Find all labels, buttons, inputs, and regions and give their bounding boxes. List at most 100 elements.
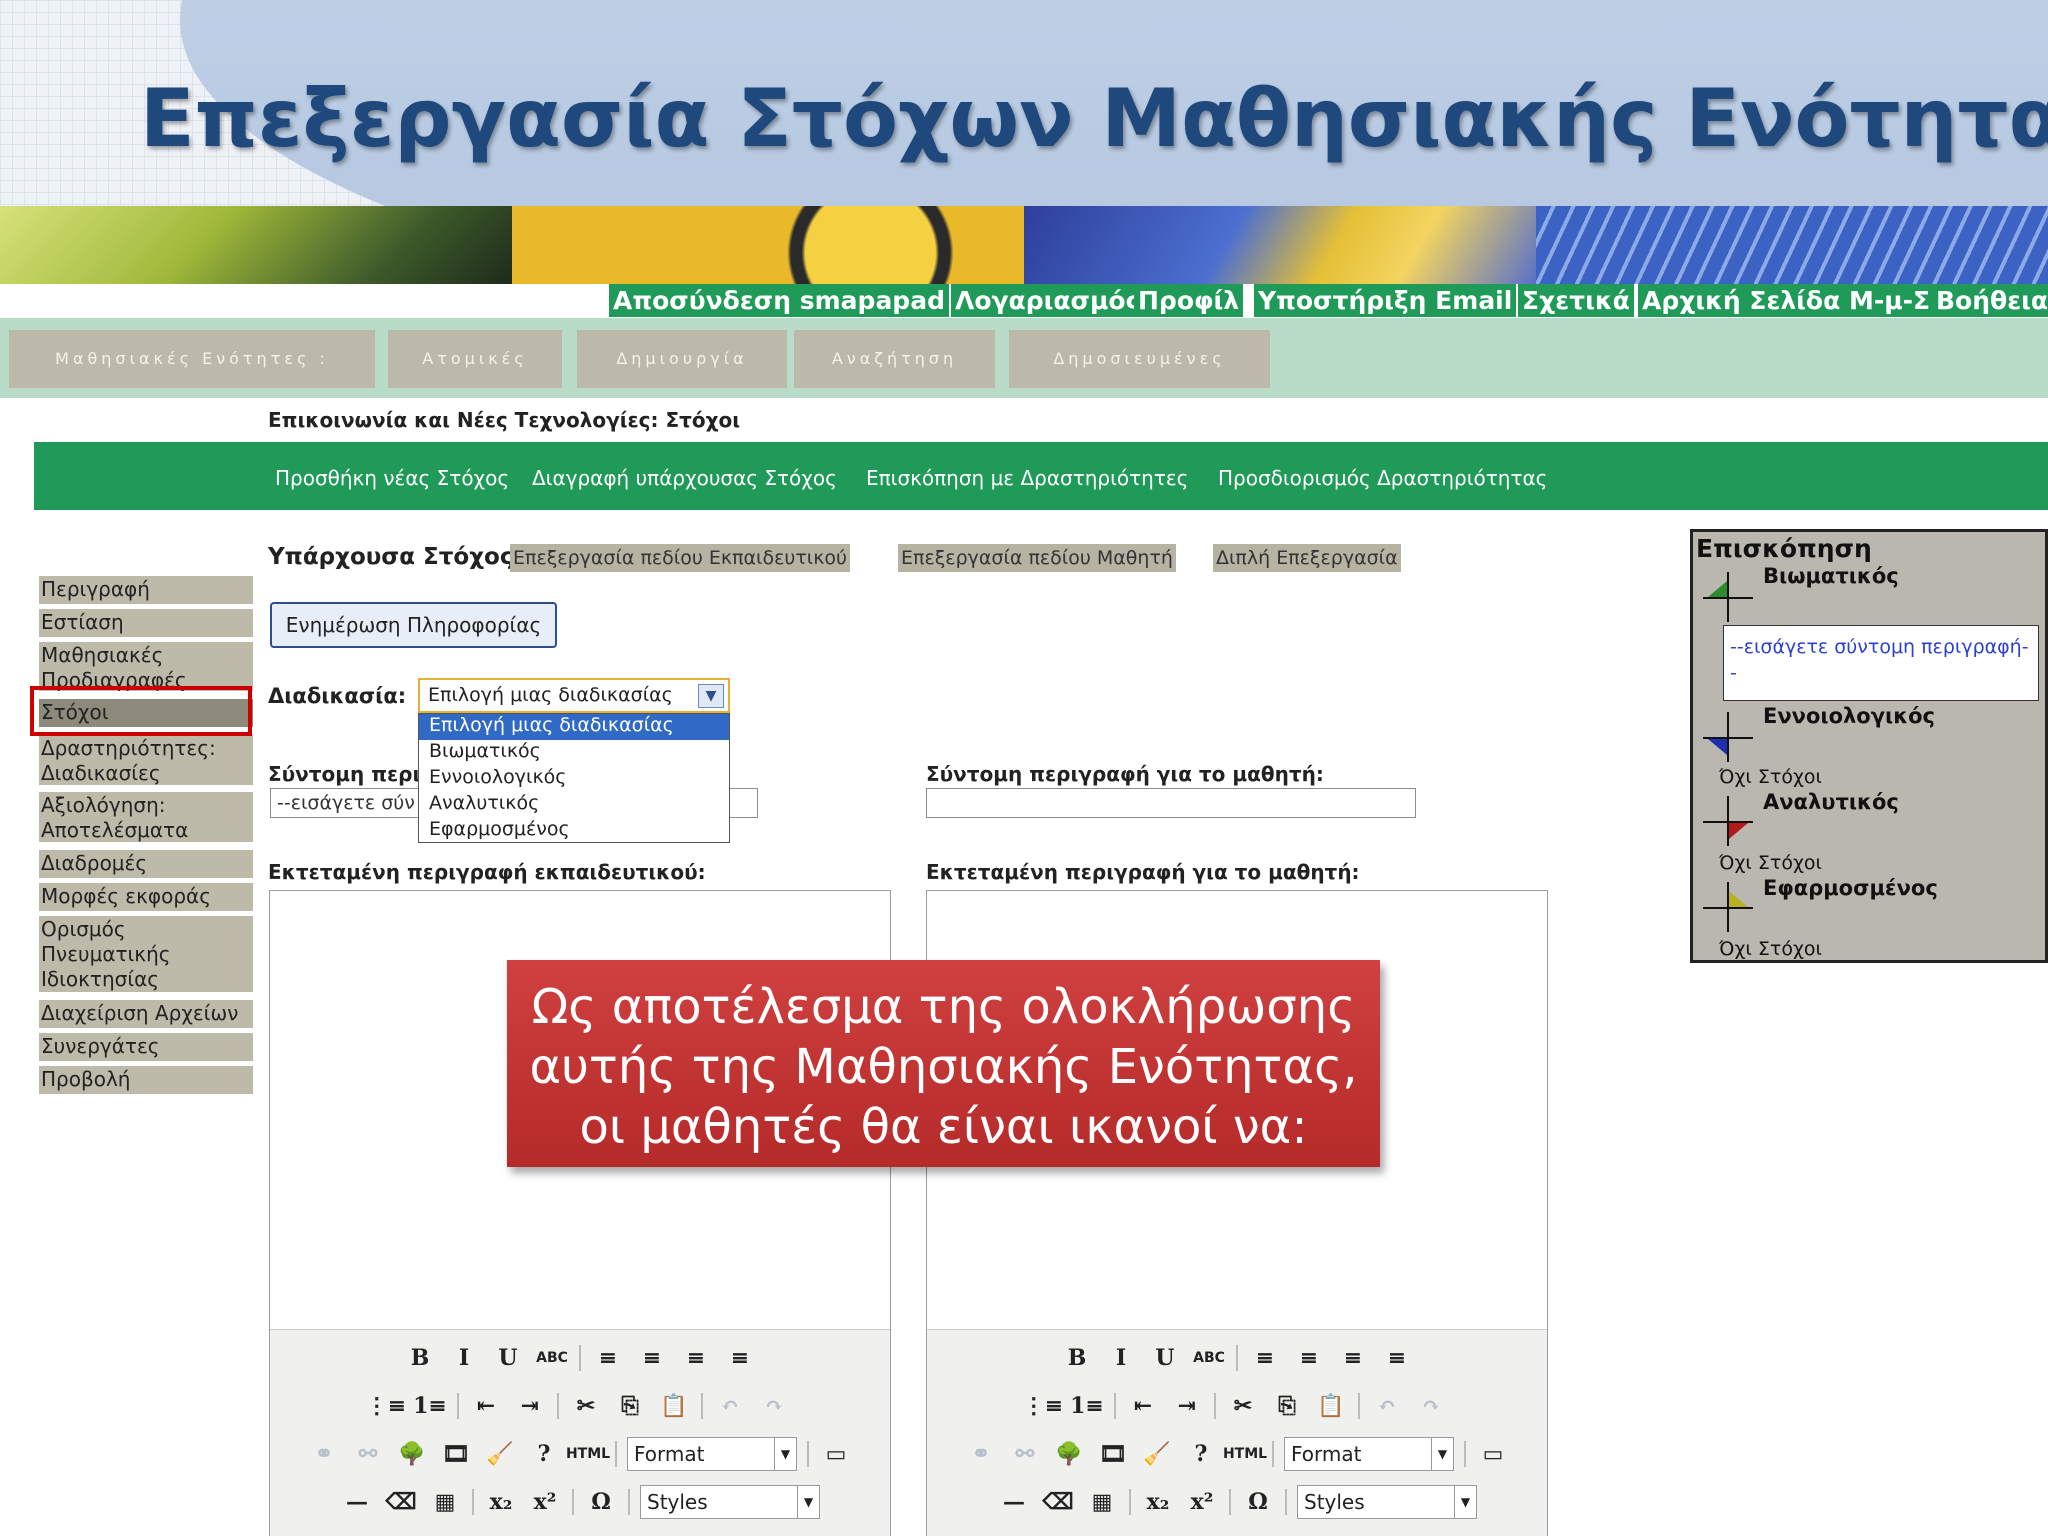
- indent-icon[interactable]: ⇥: [1170, 1390, 1204, 1422]
- sidebar-item-copyright[interactable]: Ορισμός Πνευματικής Ιδιοκτησίας: [39, 916, 253, 992]
- subscript-icon[interactable]: x₂: [1141, 1486, 1175, 1518]
- fullscreen-icon[interactable]: ▭: [819, 1438, 853, 1470]
- paste-icon[interactable]: 📋: [657, 1390, 691, 1422]
- subscript-icon[interactable]: x₂: [484, 1486, 518, 1518]
- tab-create[interactable]: Δημιουργία: [577, 330, 787, 388]
- horizontal-rule-icon[interactable]: —: [997, 1486, 1031, 1518]
- bullet-list-icon[interactable]: ⋮≡: [1023, 1390, 1063, 1422]
- sidebar-item-view[interactable]: Προβολή: [39, 1066, 253, 1094]
- sidebar-item-focus[interactable]: Εστίαση: [39, 609, 253, 637]
- copy-icon[interactable]: ⎘: [1270, 1390, 1304, 1422]
- logout-link[interactable]: Αποσύνδεση smapapad: [609, 284, 949, 317]
- dropdown-option-conceptual[interactable]: Εννοιολογικός: [419, 766, 729, 792]
- tab-search[interactable]: Αναζήτηση: [794, 330, 995, 388]
- sidebar-item-description[interactable]: Περιγραφή: [39, 576, 253, 604]
- help-icon[interactable]: ?: [527, 1438, 561, 1470]
- table-icon[interactable]: ▦: [428, 1486, 462, 1518]
- bullet-list-icon[interactable]: ⋮≡: [366, 1390, 406, 1422]
- cut-icon[interactable]: ✂: [569, 1390, 603, 1422]
- table-icon[interactable]: ▦: [1085, 1486, 1119, 1518]
- tab-learning-units[interactable]: Μαθησιακές Ενότητες :: [9, 330, 375, 388]
- align-right-icon[interactable]: ≡: [679, 1342, 713, 1374]
- help-icon[interactable]: ?: [1184, 1438, 1218, 1470]
- italic-icon[interactable]: I: [447, 1342, 481, 1374]
- tab-personal[interactable]: Ατομικές: [388, 330, 562, 388]
- sidebar-item-assessment[interactable]: Αξιολόγηση: Αποτελέσματα: [39, 792, 253, 842]
- tab-dual-edit[interactable]: Διπλή Επεξεργασία: [1213, 544, 1401, 572]
- bold-icon[interactable]: B: [403, 1342, 437, 1374]
- copy-icon[interactable]: ⎘: [613, 1390, 647, 1422]
- strikethrough-icon[interactable]: ABC: [1192, 1342, 1226, 1374]
- cleanup-icon[interactable]: 🧹: [1140, 1438, 1174, 1470]
- underline-icon[interactable]: U: [491, 1342, 525, 1374]
- outdent-icon[interactable]: ⇤: [469, 1390, 503, 1422]
- align-left-icon[interactable]: ≡: [591, 1342, 625, 1374]
- format-select[interactable]: Format ▼: [1284, 1437, 1454, 1471]
- short-student-input[interactable]: [926, 788, 1416, 818]
- paste-icon[interactable]: 📋: [1314, 1390, 1348, 1422]
- redo-icon[interactable]: ↷: [757, 1390, 791, 1422]
- dropdown-option-analytical[interactable]: Αναλυτικός: [419, 792, 729, 818]
- special-char-icon[interactable]: Ω: [584, 1486, 618, 1518]
- bold-icon[interactable]: B: [1060, 1342, 1094, 1374]
- html-icon[interactable]: HTML: [1223, 1438, 1267, 1470]
- align-center-icon[interactable]: ≡: [635, 1342, 669, 1374]
- overview-activities-link[interactable]: Επισκόπηση με Δραστηριότητες: [866, 466, 1188, 490]
- cut-icon[interactable]: ✂: [1226, 1390, 1260, 1422]
- dropdown-option-applied[interactable]: Εφαρμοσμένος: [419, 818, 729, 844]
- justify-icon[interactable]: ≡: [1380, 1342, 1414, 1374]
- superscript-icon[interactable]: x²: [1185, 1486, 1219, 1518]
- update-info-button[interactable]: Ενημέρωση Πληροφορίας: [270, 602, 557, 648]
- align-center-icon[interactable]: ≡: [1292, 1342, 1326, 1374]
- account-link[interactable]: Λογαριασμός: [951, 284, 1145, 317]
- fullscreen-icon[interactable]: ▭: [1476, 1438, 1510, 1470]
- delete-goal-link[interactable]: Διαγραφή υπάρχουσας Στόχος: [532, 466, 837, 490]
- horizontal-rule-icon[interactable]: —: [340, 1486, 374, 1518]
- indent-icon[interactable]: ⇥: [513, 1390, 547, 1422]
- special-char-icon[interactable]: Ω: [1241, 1486, 1275, 1518]
- superscript-icon[interactable]: x²: [528, 1486, 562, 1518]
- undo-icon[interactable]: ↶: [1370, 1390, 1404, 1422]
- unlink-icon[interactable]: ⚯: [351, 1438, 385, 1470]
- sidebar-item-specifications[interactable]: Μαθησιακές Προδιαγραφές: [39, 642, 253, 691]
- format-select[interactable]: Format ▼: [627, 1437, 797, 1471]
- link-icon[interactable]: ⚭: [964, 1438, 998, 1470]
- italic-icon[interactable]: I: [1104, 1342, 1138, 1374]
- unlink-icon[interactable]: ⚯: [1008, 1438, 1042, 1470]
- html-icon[interactable]: HTML: [566, 1438, 610, 1470]
- outdent-icon[interactable]: ⇤: [1126, 1390, 1160, 1422]
- media-icon[interactable]: 🎞: [1096, 1438, 1130, 1470]
- tab-edit-teacher[interactable]: Επεξεργασία πεδίου Εκπαιδευτικού: [510, 544, 851, 572]
- underline-icon[interactable]: U: [1148, 1342, 1182, 1374]
- styles-select[interactable]: Styles ▼: [1297, 1485, 1477, 1519]
- dropdown-option-choose[interactable]: Επιλογή μιας διαδικασίας: [419, 714, 729, 740]
- help-link[interactable]: Βοήθεια: [1932, 284, 2048, 317]
- cleanup-icon[interactable]: 🧹: [483, 1438, 517, 1470]
- define-activity-link[interactable]: Προσδιορισμός Δραστηριότητας: [1218, 466, 1547, 490]
- chevron-down-icon[interactable]: ▼: [698, 684, 724, 708]
- dropdown-option-experiential[interactable]: Βιωματικός: [419, 740, 729, 766]
- link-icon[interactable]: ⚭: [307, 1438, 341, 1470]
- strikethrough-icon[interactable]: ABC: [535, 1342, 569, 1374]
- styles-select[interactable]: Styles ▼: [640, 1485, 820, 1519]
- home-link[interactable]: Αρχική Σελίδα Μ-μ-Σ: [1638, 284, 1935, 317]
- process-select[interactable]: Επιλογή μιας διαδικασίας ▼: [418, 678, 730, 713]
- media-icon[interactable]: 🎞: [439, 1438, 473, 1470]
- overview-description[interactable]: --εισάγετε σύντομη περιγραφή--: [1723, 625, 2039, 701]
- align-left-icon[interactable]: ≡: [1248, 1342, 1282, 1374]
- tab-published[interactable]: Δημοσιευμένες: [1009, 330, 1270, 388]
- add-goal-link[interactable]: Προσθήκη νέας Στόχος: [275, 466, 509, 490]
- sidebar-item-paths[interactable]: Διαδρομές: [39, 850, 253, 878]
- tab-edit-student[interactable]: Επεξεργασία πεδίου Μαθητή: [898, 544, 1176, 572]
- eraser-icon[interactable]: ⌫: [1041, 1486, 1075, 1518]
- sidebar-item-formats[interactable]: Μορφές εκφοράς: [39, 883, 253, 911]
- eraser-icon[interactable]: ⌫: [384, 1486, 418, 1518]
- sidebar-item-collaborators[interactable]: Συνεργάτες: [39, 1033, 253, 1061]
- justify-icon[interactable]: ≡: [723, 1342, 757, 1374]
- sidebar-item-activities[interactable]: Δραστηριότητες: Διαδικασίες: [39, 735, 253, 785]
- email-support-link[interactable]: Υποστήριξη Email: [1254, 284, 1517, 317]
- image-icon[interactable]: 🌳: [1052, 1438, 1086, 1470]
- undo-icon[interactable]: ↶: [713, 1390, 747, 1422]
- numbered-list-icon[interactable]: 1≡: [1070, 1390, 1104, 1422]
- sidebar-item-files[interactable]: Διαχείριση Αρχείων: [39, 1000, 253, 1028]
